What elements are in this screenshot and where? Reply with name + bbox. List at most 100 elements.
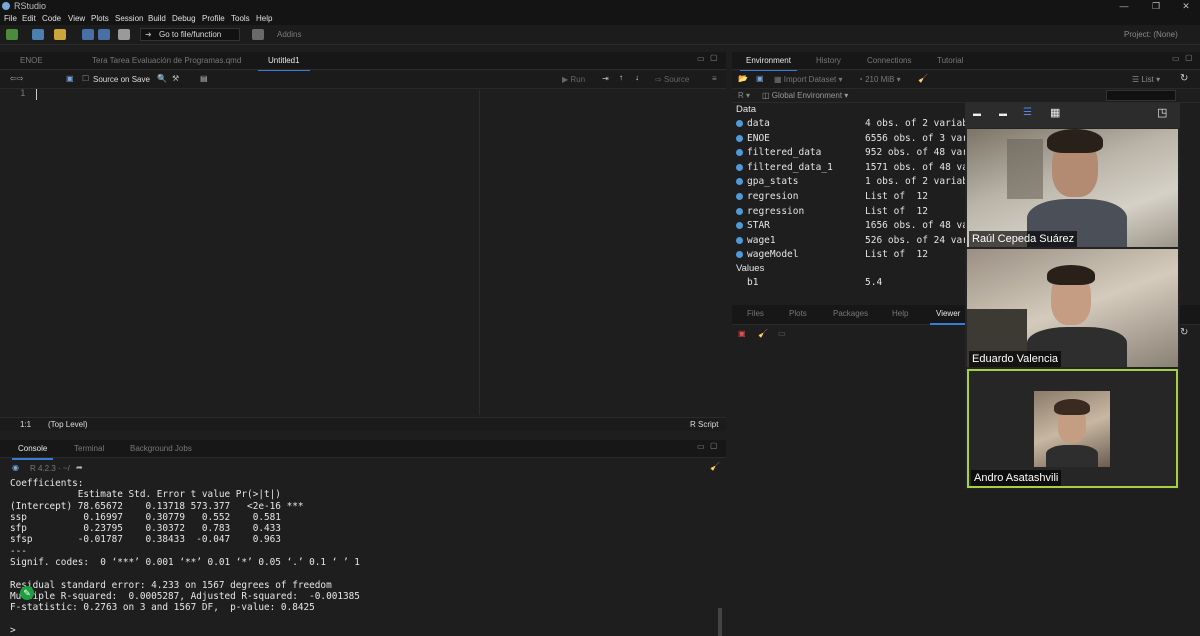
outline-icon[interactable]: ≡ (712, 74, 717, 83)
refresh-icon[interactable]: ↻ (1180, 73, 1188, 84)
dataset-icon[interactable] (736, 178, 743, 186)
save-icon[interactable] (82, 29, 94, 40)
search-icon[interactable]: 🔍 (157, 74, 167, 83)
dataset-icon[interactable] (736, 207, 743, 215)
minimize-console-icon[interactable]: ▭ (697, 442, 705, 451)
save-file-icon[interactable]: ▣ (66, 74, 74, 83)
participant-tile-3-active[interactable]: Andro Asatashvili (967, 369, 1178, 488)
participant-tile-2[interactable]: Eduardo Valencia (967, 249, 1178, 367)
maximize-env-icon[interactable]: ▢ (1185, 53, 1193, 62)
addins-button[interactable]: Addins (277, 25, 301, 45)
environment-search-input[interactable] (1106, 90, 1176, 101)
env-data-row[interactable]: regression List of 12 (736, 205, 968, 219)
speaker-view-icon[interactable]: ▬ (999, 109, 1007, 118)
dataset-icon[interactable] (736, 149, 743, 157)
tab-help[interactable]: Help (892, 305, 908, 323)
new-file-icon[interactable] (6, 29, 18, 40)
layout-grid-icon[interactable] (252, 29, 264, 40)
gallery-view-icon[interactable]: ▦ (1050, 106, 1060, 119)
menu-tools[interactable]: Tools (231, 12, 250, 25)
close-window-button[interactable]: ✕ (1176, 0, 1196, 12)
go-to-file-input[interactable]: ➜ Go to file/function (140, 28, 240, 41)
env-data-row[interactable]: wageModel List of 12 (736, 248, 968, 262)
menu-debug[interactable]: Debug (172, 12, 196, 25)
menu-plots[interactable]: Plots (91, 12, 109, 25)
tab-connections[interactable]: Connections (867, 52, 911, 70)
env-data-row[interactable]: wage1 526 obs. of 24 var (736, 234, 968, 248)
source-on-save-checkbox[interactable]: ☐ (82, 74, 89, 83)
console-output[interactable]: Coefficients: Estimate Std. Error t valu… (10, 478, 366, 636)
menu-view[interactable]: View (68, 12, 85, 25)
env-data-row[interactable]: gpa_stats 1 obs. of 2 variab (736, 175, 968, 189)
dataset-icon[interactable] (736, 193, 743, 200)
env-value-row[interactable]: b1 5.4 (736, 276, 968, 290)
console-go-dir-icon[interactable]: ➦ (76, 463, 83, 472)
participant-tile-1[interactable]: Raúl Cepeda Suárez (967, 129, 1178, 247)
run-button[interactable]: ▶ Run (562, 75, 585, 84)
menu-code[interactable]: Code (42, 12, 61, 25)
viewer-refresh-icon[interactable]: ↻ (1180, 327, 1188, 338)
env-data-row[interactable]: filtered_data_1 1571 obs. of 48 va (736, 161, 968, 175)
save-workspace-icon[interactable]: ▣ (756, 74, 764, 83)
filetype-selector[interactable]: R Script (690, 420, 718, 429)
minimize-video-icon[interactable]: ▬ (973, 109, 981, 118)
language-selector[interactable]: R ▾ (738, 91, 750, 100)
magic-wand-icon[interactable]: ⚒ (172, 74, 179, 83)
dataset-icon[interactable] (736, 120, 743, 127)
tab-plots[interactable]: Plots (789, 305, 807, 323)
down-arrow-icon[interactable]: ↓ (635, 73, 639, 82)
minimize-env-icon[interactable]: ▭ (1172, 54, 1180, 63)
maximize-button[interactable]: ❐ (1146, 0, 1166, 12)
tab-background-jobs[interactable]: Background Jobs (130, 440, 192, 458)
minimize-button[interactable]: — (1114, 0, 1134, 12)
project-button[interactable]: Project: (None) (1124, 25, 1178, 45)
env-data-row[interactable]: data 4 obs. of 2 variab (736, 117, 968, 131)
up-arrow-icon[interactable]: ↑ (619, 73, 623, 82)
save-all-icon[interactable] (98, 29, 110, 40)
exit-overlay-icon[interactable]: ◳ (1157, 106, 1167, 119)
viewer-window-icon[interactable]: ▭ (778, 329, 786, 338)
dataset-icon[interactable] (736, 222, 743, 230)
menu-session[interactable]: Session (115, 12, 143, 25)
tab-packages[interactable]: Packages (833, 305, 868, 323)
new-project-icon[interactable] (32, 29, 44, 40)
open-file-icon[interactable] (54, 29, 66, 40)
dataset-icon[interactable] (736, 163, 743, 171)
back-arrow-icon[interactable]: ⇦⇨ (10, 74, 23, 83)
env-data-row[interactable]: filtered_data 952 obs. of 48 var (736, 146, 968, 160)
compile-report-icon[interactable]: ▤ (200, 74, 208, 83)
stacked-view-icon[interactable]: ☰ (1023, 107, 1032, 118)
code-editor-area[interactable] (36, 89, 726, 415)
console-scrollbar[interactable] (718, 608, 722, 636)
rerun-icon[interactable]: ⇥ (602, 74, 609, 83)
clear-console-icon[interactable]: 🧹 (710, 462, 720, 471)
tab-console[interactable]: Console (12, 440, 54, 460)
list-view-selector[interactable]: ☰ List ▾ (1132, 75, 1160, 84)
load-workspace-icon[interactable]: 📂 (738, 74, 748, 83)
minimize-pane-icon[interactable]: ▭ (697, 54, 705, 63)
tab-tarea-qmd[interactable]: Tera Tarea Evaluación de Programas.qmd (92, 52, 241, 70)
dataset-icon[interactable] (736, 134, 743, 142)
env-data-row[interactable]: regresion List of 12 (736, 190, 968, 204)
menu-build[interactable]: Build (148, 12, 166, 25)
viewer-clear-icon[interactable]: 🧹 (758, 329, 768, 338)
dataset-icon[interactable] (736, 251, 743, 259)
menu-profile[interactable]: Profile (202, 12, 225, 25)
memory-usage[interactable]: ◔ 210 MiB ▾ (858, 75, 901, 84)
import-dataset-button[interactable]: ▦ Import Dataset ▾ (774, 75, 843, 84)
env-data-row[interactable]: STAR 1656 obs. of 48 va (736, 219, 968, 233)
dataset-icon[interactable] (736, 236, 743, 244)
tab-files[interactable]: Files (747, 305, 764, 323)
source-button[interactable]: ⇨ Source (655, 75, 689, 84)
maximize-console-icon[interactable]: ▢ (710, 441, 718, 450)
tab-tutorial[interactable]: Tutorial (937, 52, 963, 70)
broom-icon[interactable]: 🧹 (918, 74, 928, 83)
menu-file[interactable]: File (4, 12, 17, 25)
menu-edit[interactable]: Edit (22, 12, 36, 25)
tab-enoe[interactable]: ENOE (20, 52, 43, 70)
tab-history[interactable]: History (816, 52, 841, 70)
viewer-export-icon[interactable]: ▣ (738, 329, 746, 338)
tab-viewer[interactable]: Viewer (930, 305, 967, 325)
tab-untitled1[interactable]: Untitled1 (258, 52, 310, 72)
maximize-pane-icon[interactable]: ▢ (710, 53, 718, 62)
